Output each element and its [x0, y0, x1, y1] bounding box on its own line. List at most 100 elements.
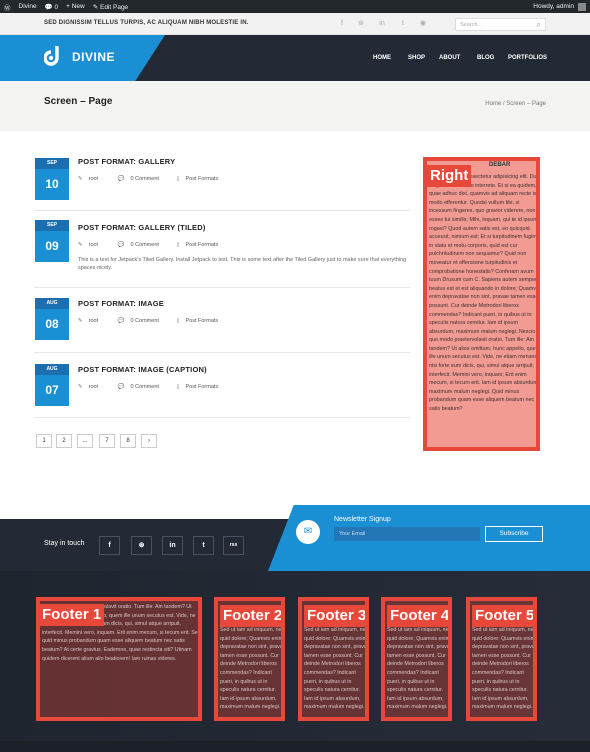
linkedin-icon[interactable]: in [376, 18, 388, 30]
post-category[interactable]: Post Formats [185, 384, 218, 390]
document-icon: ▯ [176, 176, 180, 182]
logo-text[interactable]: DIVINE [72, 50, 115, 64]
footer-text: Sed ut iam ad iniquum, ne quid dolore; Q… [472, 627, 537, 711]
admin-site-link[interactable]: Divine [19, 3, 37, 10]
nav-about[interactable]: ABOUT [439, 55, 460, 61]
post-month: AUG [35, 364, 69, 375]
linkedin-button[interactable]: in [162, 536, 183, 555]
page-next[interactable]: › [141, 434, 157, 448]
post-divider [34, 417, 410, 418]
post-day: 07 [35, 375, 69, 406]
email-placeholder: Your Email [339, 531, 366, 537]
dribbble-button[interactable]: ⊛ [131, 536, 152, 555]
post-month: SEP [35, 220, 69, 231]
post-item: AUG 08 [35, 298, 69, 340]
stay-in-touch-label: Stay in touch [44, 540, 85, 547]
email-field[interactable]: Your Email [334, 527, 480, 541]
post-comments[interactable]: 0 Comment [130, 176, 158, 182]
document-icon: ▯ [176, 318, 180, 324]
footer-column-2: Sed ut iam ad iniquum, ne quid dolore; Q… [214, 597, 285, 721]
nav-blog[interactable]: BLOG [477, 55, 494, 61]
comments-count: 0 [54, 3, 59, 11]
footer-column-4: Sed ut iam ad iniquum, ne quid dolore; Q… [381, 597, 452, 721]
subscribe-button[interactable]: Subscribe [485, 526, 543, 542]
twitter-button[interactable]: t [193, 536, 214, 555]
post-day: 10 [35, 169, 69, 200]
page-link-1[interactable]: 1 [36, 434, 52, 448]
document-icon: ▯ [176, 384, 180, 390]
post-title[interactable]: POST FORMAT: GALLERY [78, 157, 218, 166]
nav-portfolios[interactable]: PORTFOLIOS [508, 55, 547, 61]
nav-shop[interactable]: SHOP [408, 55, 425, 61]
breadcrumb[interactable]: Home / Screen – Page [485, 101, 546, 107]
admin-bar: Ⓦ Divine 💬 0 + New ✎ Edit Page Howdy, ad… [0, 0, 590, 13]
edit-icon: ✎ [78, 318, 83, 324]
post-item: SEP 10 [35, 158, 69, 200]
footer-text: Sed ut iam ad iniquum, ne quid dolore; Q… [387, 627, 452, 711]
comment-icon: 💬 [117, 384, 125, 390]
logo-icon[interactable] [44, 46, 62, 68]
comment-icon: 💬 [117, 318, 125, 324]
twitter-icon[interactable]: t [397, 18, 409, 30]
search-input[interactable]: Search... ⌕ [455, 18, 546, 31]
facebook-button[interactable]: f [99, 536, 120, 555]
page-link-8[interactable]: 8 [120, 434, 136, 448]
search-icon[interactable]: ⌕ [537, 20, 541, 30]
post-title[interactable]: POST FORMAT: IMAGE (CAPTION) [78, 365, 218, 374]
post-meta: ✎ root 💬 0 Comment ▯ Post Formats [78, 384, 218, 390]
sidebar-region-label: Right [427, 165, 472, 187]
right-sidebar: DEBAR Nam sit amet, consectetur adipisic… [423, 157, 540, 451]
post-meta: ✎ root 💬 0 Comment ▯ Post Formats [78, 242, 408, 248]
post-meta: ✎ root 💬 0 Comment ▯ Post Formats [78, 176, 218, 182]
page-link-2[interactable]: 2 [56, 434, 72, 448]
edit-page-link[interactable]: ✎ Edit Page [93, 3, 128, 11]
rss-icon[interactable]: ◉ [417, 18, 429, 30]
page-link-7[interactable]: 7 [99, 434, 115, 448]
post-body: POST FORMAT: IMAGE ✎ root 💬 0 Comment ▯ Pos… [78, 299, 218, 324]
post-author[interactable]: root [89, 384, 98, 390]
post-body: POST FORMAT: GALLERY (TILED) ✎ root 💬 0 Co… [78, 223, 408, 272]
post-author[interactable]: root [89, 318, 98, 324]
newsletter-title: Newsletter Signup [334, 516, 391, 523]
search-placeholder: Search... [460, 22, 483, 28]
post-item: AUG 07 [35, 364, 69, 406]
post-title[interactable]: POST FORMAT: GALLERY (TILED) [78, 223, 408, 232]
post-divider [34, 287, 410, 288]
edit-page-label: Edit Page [99, 3, 129, 11]
post-comments[interactable]: 0 Comment [130, 318, 158, 324]
new-label: New [71, 3, 85, 10]
post-category[interactable]: Post Formats [185, 176, 218, 182]
comments-link[interactable]: 💬 0 [45, 3, 59, 11]
post-category[interactable]: Post Formats [185, 242, 218, 248]
footer-region-label: Footer 5 [472, 605, 533, 627]
post-author[interactable]: root [89, 242, 98, 248]
post-comments[interactable]: 0 Comment [130, 384, 158, 390]
post-author[interactable]: root [89, 176, 98, 182]
envelope-icon: ✉ [296, 520, 320, 544]
post-date: AUG 08 [35, 298, 69, 340]
rss-button[interactable]: rss [223, 536, 244, 555]
post-meta: ✎ root 💬 0 Comment ▯ Post Formats [78, 318, 218, 324]
dribbble-icon[interactable]: ⊛ [355, 18, 367, 30]
avatar[interactable] [578, 2, 586, 11]
nav-home[interactable]: HOME [373, 55, 391, 61]
edit-icon: ✎ [78, 242, 83, 248]
footer-text: Sed ut iam ad iniquum, ne quid dolore; Q… [220, 627, 285, 711]
footer-column-5: Sed ut iam ad iniquum, ne quid dolore; Q… [466, 597, 537, 721]
post-comments[interactable]: 0 Comment [130, 242, 158, 248]
wordpress-icon[interactable]: Ⓦ [4, 2, 11, 12]
howdy-link[interactable]: Howdy, admin [533, 3, 574, 10]
bottom-bar [0, 741, 590, 752]
new-link[interactable]: + New [66, 3, 85, 10]
post-body: POST FORMAT: IMAGE (CAPTION) ✎ root 💬 0 Co… [78, 365, 218, 390]
footer-region-label: Footer 2 [220, 605, 281, 627]
footer-region-label: Footer 3 [304, 605, 365, 627]
footer-column-3: Sed ut iam ad iniquum, ne quid dolore; Q… [298, 597, 369, 721]
footer-column-1: Nescio quo modo praetervolavit oratio. T… [36, 597, 202, 721]
post-item: SEP 09 [35, 220, 69, 262]
facebook-icon[interactable]: f [336, 18, 348, 30]
post-category[interactable]: Post Formats [185, 318, 218, 324]
footer-region-label: Footer 1 [40, 604, 105, 626]
post-title[interactable]: POST FORMAT: IMAGE [78, 299, 218, 308]
post-month: AUG [35, 298, 69, 309]
